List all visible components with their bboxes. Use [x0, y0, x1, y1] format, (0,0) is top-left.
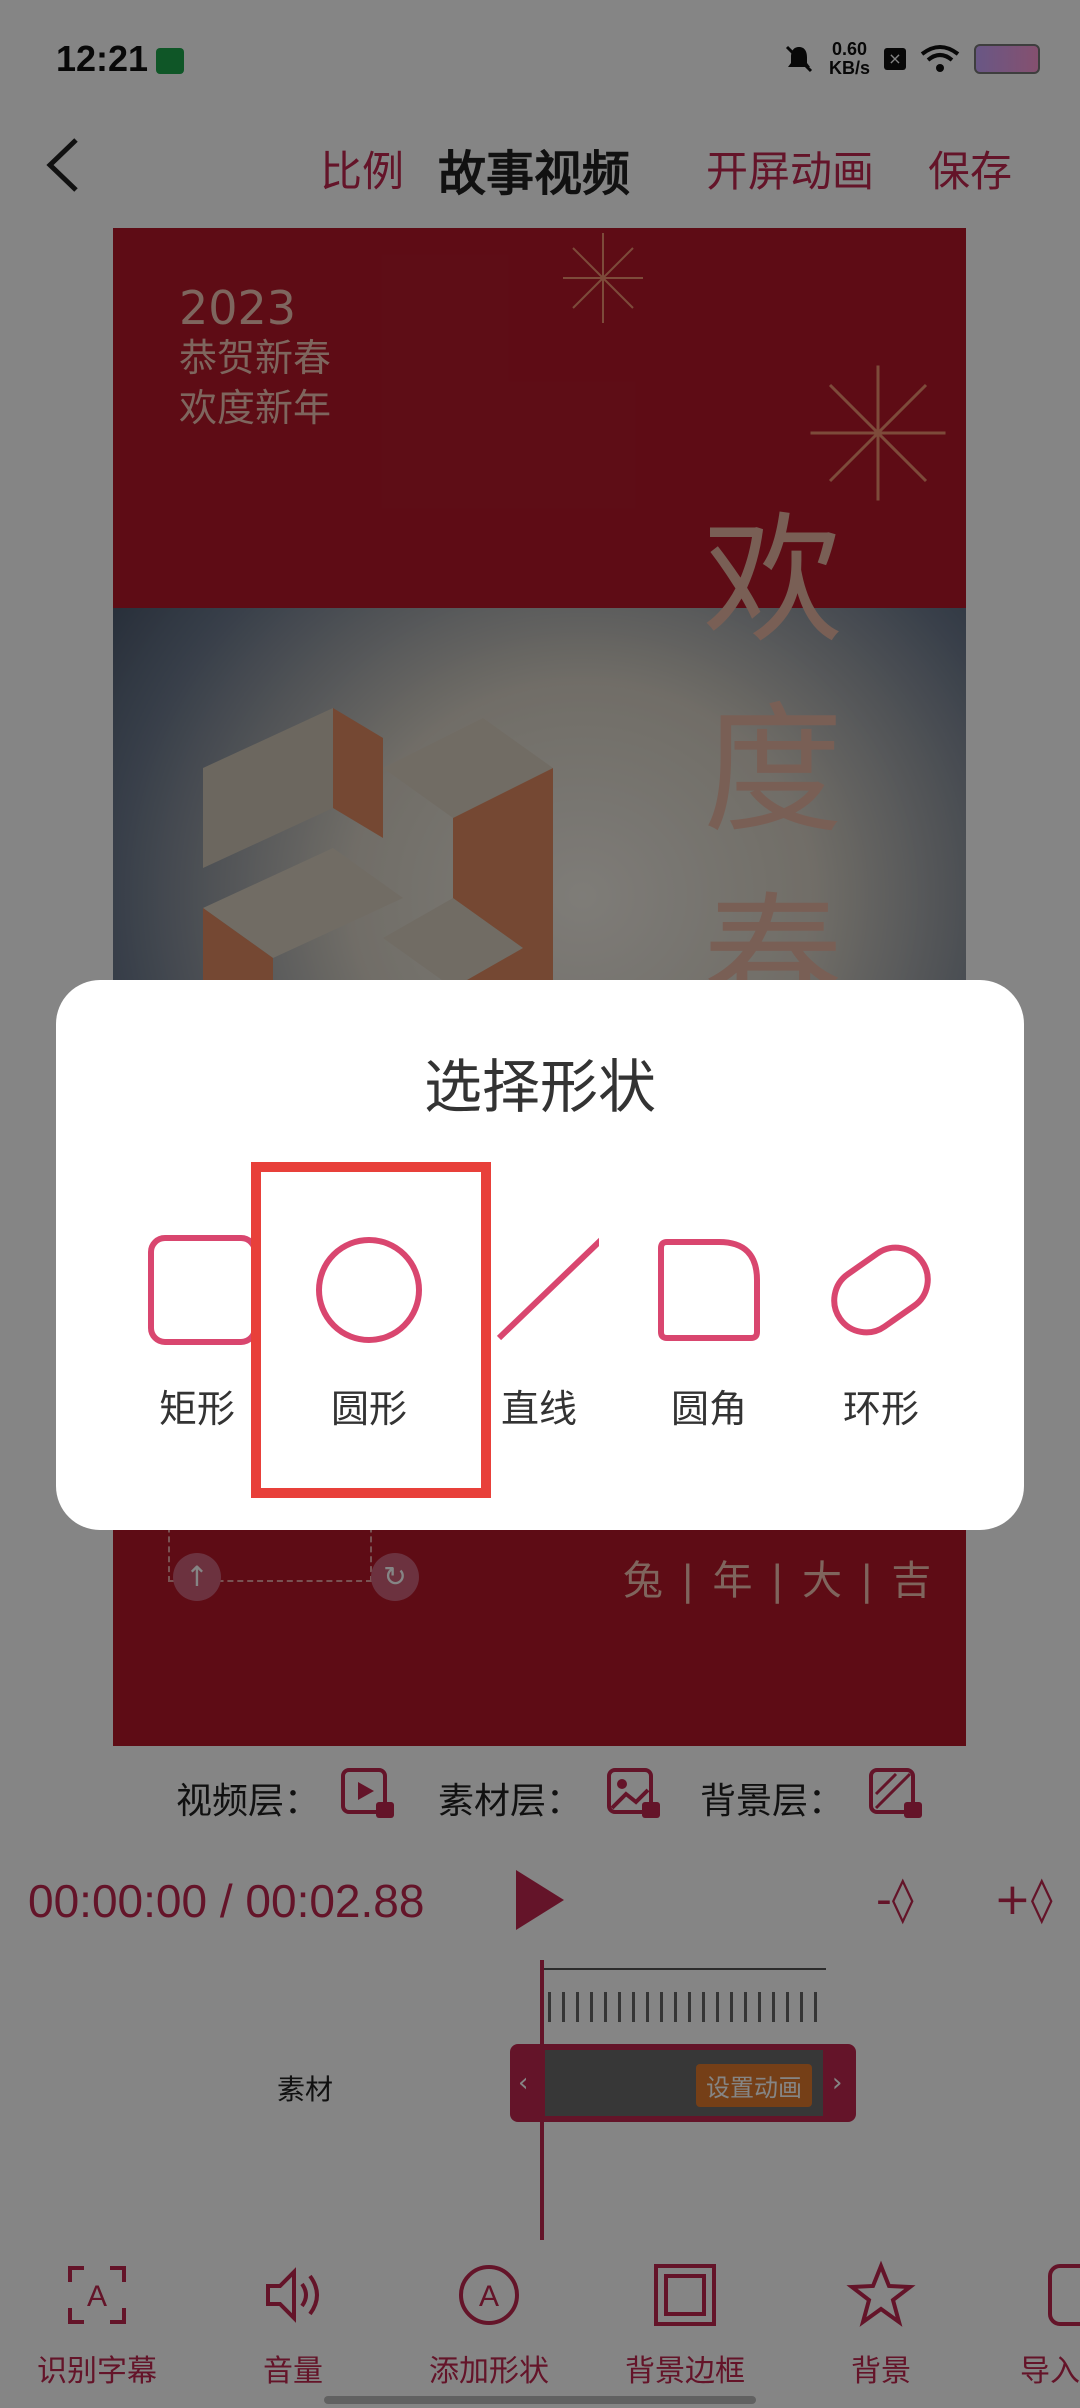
selected-shape-highlight	[251, 1162, 491, 1498]
rectangle-icon	[148, 1235, 257, 1345]
dialog-title: 选择形状	[423, 1053, 656, 1121]
shape-option-ring[interactable]: 环形	[806, 1230, 956, 1433]
rounded-corner-icon	[658, 1239, 760, 1341]
shape-option-rounded[interactable]: 圆角	[634, 1230, 784, 1433]
shape-option-rectangle[interactable]: 矩形	[122, 1230, 272, 1433]
line-icon	[496, 1237, 599, 1341]
ring-icon	[831, 1244, 931, 1336]
